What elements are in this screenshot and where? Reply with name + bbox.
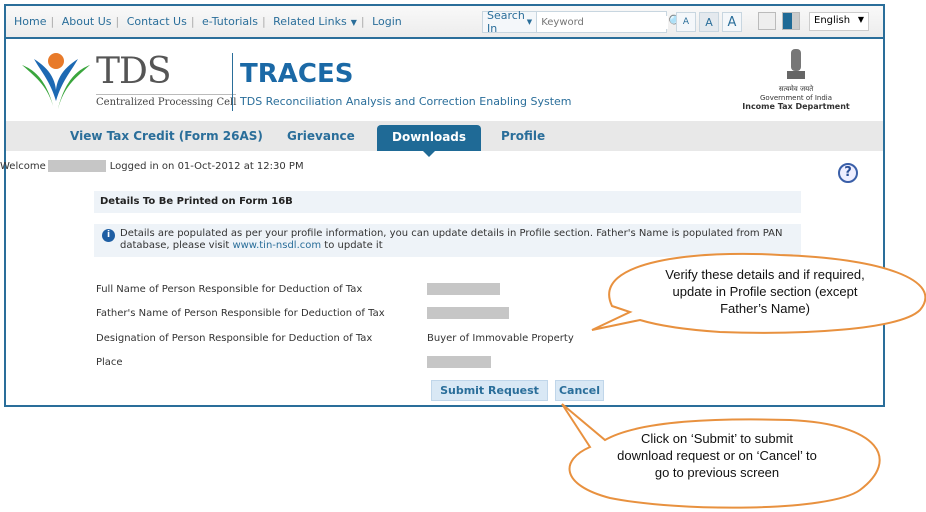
callout-submit-text: Click on ‘Submit’ to submit download req… — [617, 431, 817, 480]
callout-verify-text: Verify these details and if required, up… — [665, 267, 865, 316]
